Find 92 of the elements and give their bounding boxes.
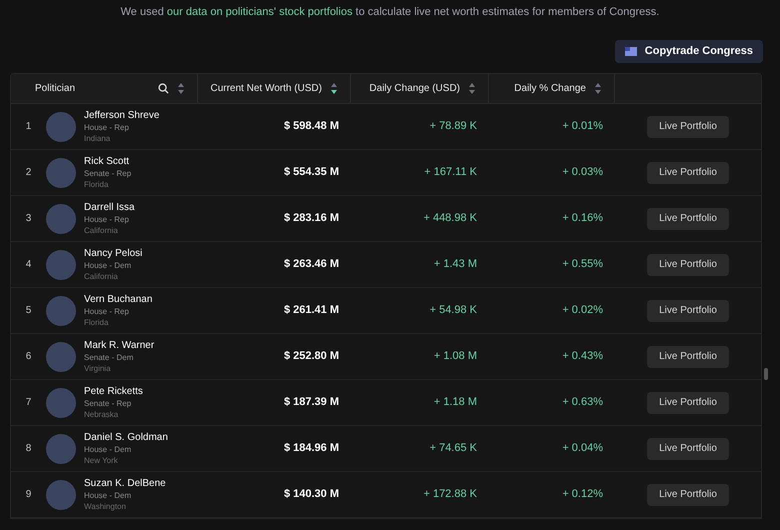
state-name: California <box>84 225 119 236</box>
live-portfolio-button[interactable]: Live Portfolio <box>647 300 729 322</box>
daily-percent-cell-text: + 0.63% <box>561 395 604 410</box>
search-icon[interactable] <box>158 83 169 94</box>
rank-number: 5 <box>24 304 32 318</box>
avatar-placeholder <box>46 296 76 326</box>
avatar-placeholder <box>46 342 76 372</box>
politician-name: Vern Buchanan <box>84 293 152 306</box>
state-name: Florida <box>84 179 110 190</box>
scrollbar-thumb[interactable] <box>764 368 768 380</box>
daily-change-cell-text: + 167.11 K <box>423 165 478 180</box>
politician-name: Nancy Pelosi <box>84 247 142 260</box>
daily-change-cell-text: + 1.43 M <box>432 257 478 272</box>
live-portfolio-button[interactable]: Live Portfolio <box>647 162 729 184</box>
flag-icon <box>624 47 637 56</box>
data-link[interactable]: our data on politicians' stock portfolios <box>166 6 352 18</box>
copytrade-button[interactable]: Copytrade Congress <box>614 40 763 63</box>
live-portfolio-button[interactable]: Live Portfolio <box>647 116 729 138</box>
sort-icon[interactable] <box>330 82 338 95</box>
column-header: Daily Change (USD) <box>369 82 460 96</box>
column-header: Politician <box>35 82 76 96</box>
politician-name: Darrell Issa <box>84 201 135 214</box>
live-portfolio-button[interactable]: Live Portfolio <box>647 346 729 368</box>
chamber-party: House - Dem <box>84 490 132 501</box>
chamber-party: Senate - Rep <box>84 398 132 409</box>
column-header: Current Net Worth (USD) <box>210 82 322 96</box>
rank-number: 4 <box>24 258 32 272</box>
chamber-party: House - Rep <box>84 306 130 317</box>
state-name: New York <box>84 455 119 466</box>
daily-change-cell-text: + 1.18 M <box>432 395 478 410</box>
state-name: California <box>84 271 119 282</box>
chamber-party: House - Rep <box>84 214 130 225</box>
daily-change-cell-text: + 1.08 M <box>432 349 478 364</box>
net-worth-cell-text: $ 261.41 M <box>282 303 340 318</box>
rank-number: 2 <box>24 166 32 180</box>
rank-number: 1 <box>24 120 32 134</box>
avatar-placeholder <box>46 112 76 142</box>
state-name: Virginia <box>84 363 112 374</box>
net-worth-cell-text: $ 187.39 M <box>282 395 340 410</box>
chamber-party: Senate - Rep <box>84 168 132 179</box>
daily-percent-cell-text: + 0.55% <box>561 257 604 272</box>
daily-percent-cell-text: + 0.04% <box>561 441 604 456</box>
live-portfolio-button[interactable]: Live Portfolio <box>647 438 729 460</box>
politician-name: Mark R. Warner <box>84 339 154 352</box>
rank-number: 7 <box>24 396 32 410</box>
daily-percent-cell-text: + 0.03% <box>561 165 604 180</box>
avatar-placeholder <box>46 204 76 234</box>
net-worth-cell-text: $ 263.46 M <box>282 257 340 272</box>
rank-number: 6 <box>24 350 32 364</box>
rank-number: 9 <box>24 488 32 502</box>
politician-name: Pete Ricketts <box>84 385 143 398</box>
politician-name: Jefferson Shreve <box>84 109 160 122</box>
daily-percent-cell-text: + 0.12% <box>561 487 604 502</box>
chamber-party: House - Dem <box>84 444 132 455</box>
avatar-placeholder <box>46 434 76 464</box>
daily-change-cell-text: + 74.65 K <box>428 441 478 456</box>
state-name: Florida <box>84 317 110 328</box>
chamber-party: House - Rep <box>84 122 130 133</box>
avatar-placeholder <box>46 250 76 280</box>
state-name: Washington <box>84 501 127 512</box>
intro-text: We used our data on politicians' stock portfolios to calculate live net worth estimates for members of Congress. <box>120 5 660 20</box>
net-worth-cell-text: $ 184.96 M <box>282 441 340 456</box>
daily-percent-cell-text: + 0.01% <box>561 119 604 134</box>
state-name: Nebraska <box>84 409 120 420</box>
chamber-party: House - Dem <box>84 260 132 271</box>
politician-name: Rick Scott <box>84 155 130 168</box>
net-worth-cell-text: $ 283.16 M <box>282 211 340 226</box>
rank-number: 8 <box>24 442 32 456</box>
daily-percent-cell-text: + 0.02% <box>561 303 604 318</box>
daily-percent-cell-text: + 0.16% <box>561 211 604 226</box>
daily-change-cell-text: + 78.89 K <box>428 119 478 134</box>
net-worth-cell-text: $ 554.35 M <box>282 165 340 180</box>
avatar-placeholder <box>46 158 76 188</box>
live-portfolio-button[interactable]: Live Portfolio <box>647 208 729 230</box>
live-portfolio-button[interactable]: Live Portfolio <box>647 392 729 414</box>
live-portfolio-button[interactable]: Live Portfolio <box>647 254 729 276</box>
politician-name: Suzan K. DelBene <box>84 477 166 490</box>
net-worth-cell-text: $ 598.48 M <box>282 119 340 134</box>
live-portfolio-button[interactable]: Live Portfolio <box>647 484 729 506</box>
daily-percent-cell-text: + 0.43% <box>561 349 604 364</box>
avatar-placeholder <box>46 480 76 510</box>
state-name: Indiana <box>84 133 112 144</box>
politician-name: Daniel S. Goldman <box>84 431 168 444</box>
chamber-party: Senate - Dem <box>84 352 134 363</box>
daily-change-cell-text: + 172.88 K <box>422 487 478 502</box>
net-worth-cell-text: $ 252.80 M <box>282 349 340 364</box>
net-worth-cell-text: $ 140.30 M <box>282 487 340 502</box>
daily-change-cell-text: + 54.98 K <box>428 303 478 318</box>
rank-number: 3 <box>24 212 32 226</box>
column-header: Daily % Change <box>514 82 586 96</box>
avatar-placeholder <box>46 388 76 418</box>
daily-change-cell-text: + 448.98 K <box>422 211 478 226</box>
